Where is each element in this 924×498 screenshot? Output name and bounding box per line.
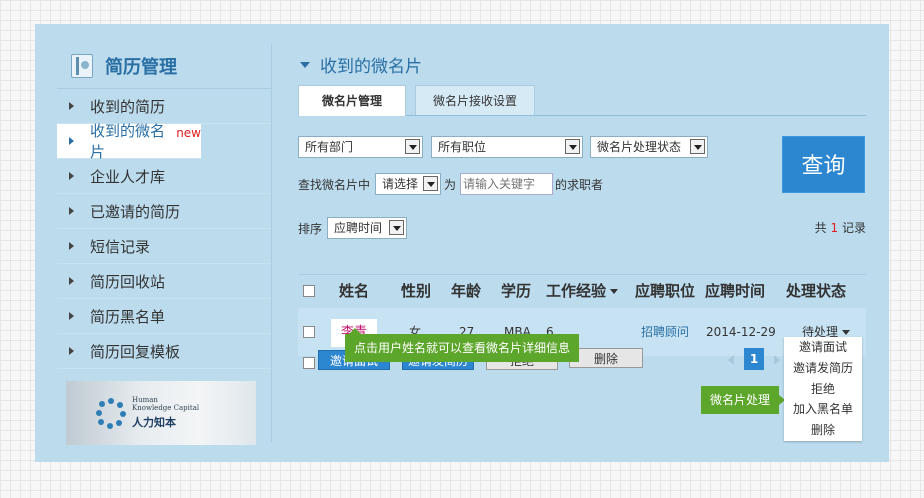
sidebar-item-received-resumes[interactable]: 收到的简历: [57, 89, 271, 124]
status-select[interactable]: 微名片处理状态: [590, 136, 708, 158]
main-content: 收到的微名片 微名片管理 微名片接收设置 所有部门 所有职位 微名片处理状态 查…: [298, 44, 878, 441]
dropdown-arrow-icon: [389, 220, 404, 235]
dropdown-arrow-icon: [405, 139, 420, 154]
arrow-right-icon: [69, 172, 74, 180]
sidebar-item-sms-records[interactable]: 短信记录: [57, 229, 271, 264]
arrow-right-icon: [69, 102, 74, 110]
new-badge: new: [176, 126, 201, 140]
logo-mark-icon: [96, 398, 126, 429]
triangle-down-icon: [300, 61, 310, 68]
sidebar-title: 简历管理: [105, 57, 177, 78]
sidebar-item-blacklist[interactable]: 简历黑名单: [57, 299, 271, 334]
arrow-right-icon: [69, 137, 74, 145]
query-button[interactable]: 查询: [782, 136, 865, 193]
col-gender: 性别: [401, 282, 432, 300]
col-experience[interactable]: 工作经验: [546, 275, 619, 308]
select-all-checkbox[interactable]: [303, 285, 315, 297]
dropdown-arrow-icon: [423, 176, 438, 191]
tab-bar: 微名片管理 微名片接收设置: [298, 85, 866, 116]
sidebar-header: 简历管理: [57, 44, 271, 89]
record-count: 共 1 记录: [814, 221, 866, 235]
tab-microcard-settings[interactable]: 微名片接收设置: [415, 85, 535, 115]
sidebar-item-received-microcards[interactable]: 收到的微名片 new: [57, 122, 201, 161]
search-prefix-label: 查找微名片中: [298, 178, 371, 192]
name-hint-tooltip: 点击用户姓名就可以查看微名片详细信息: [345, 328, 580, 362]
status-menu: 邀请面试 邀请发简历 拒绝 加入黑名单 删除: [784, 337, 862, 441]
prev-page-icon[interactable]: [728, 355, 734, 365]
keyword-input[interactable]: [460, 173, 553, 195]
logo-text: Human Knowledge Capital 人力知本: [132, 396, 200, 429]
position-select[interactable]: 所有职位: [431, 136, 583, 158]
bottom-select-all-checkbox[interactable]: [303, 357, 315, 369]
menu-item-invite-resume[interactable]: 邀请发简历: [784, 358, 862, 379]
col-education: 学历: [501, 282, 532, 300]
sort-label: 排序: [298, 222, 323, 236]
menu-item-blacklist[interactable]: 加入黑名单: [784, 399, 862, 420]
search-middle-label: 为: [444, 178, 457, 192]
search-suffix-label: 的求职者: [555, 178, 604, 192]
menu-item-invite-interview[interactable]: 邀请面试: [784, 337, 862, 358]
page-number-current[interactable]: 1: [744, 348, 764, 370]
menu-item-reject[interactable]: 拒绝: [784, 379, 862, 400]
process-hint-tooltip: 微名片处理: [701, 386, 786, 414]
menu-item-delete[interactable]: 删除: [784, 420, 862, 441]
col-age: 年龄: [451, 282, 482, 300]
delete-button[interactable]: 删除: [569, 348, 643, 368]
cell-position-link[interactable]: 招聘顾问: [641, 308, 689, 356]
col-position: 应聘职位: [635, 282, 696, 300]
table-header: 姓名 性别 年龄 学历 工作经验 应聘职位 应聘时间 处理状态: [298, 274, 866, 309]
arrow-right-icon: [69, 312, 74, 320]
tab-microcard-management[interactable]: 微名片管理: [298, 85, 406, 116]
sort-down-icon: [610, 289, 619, 294]
row-checkbox[interactable]: [303, 326, 315, 338]
arrow-right-icon: [69, 207, 74, 215]
sort-select[interactable]: 应聘时间: [327, 217, 407, 239]
cell-date: 2014-12-29: [706, 325, 776, 339]
arrow-right-icon: [69, 242, 74, 250]
company-logo: Human Knowledge Capital 人力知本: [66, 381, 256, 445]
arrow-right-icon: [69, 277, 74, 285]
col-name: 姓名: [339, 282, 370, 300]
sidebar: 简历管理 收到的简历 收到的微名片 new 企业人才库 已邀请的简历 短信记录 简…: [57, 44, 272, 445]
dropdown-arrow-icon: [690, 139, 705, 154]
next-page-icon[interactable]: [774, 355, 780, 365]
arrow-right-icon: [69, 347, 74, 355]
col-date: 应聘时间: [705, 282, 766, 300]
chevron-down-icon: [842, 330, 851, 335]
sidebar-item-reply-templates[interactable]: 简历回复模板: [57, 334, 271, 369]
resume-management-panel: 简历管理 收到的简历 收到的微名片 new 企业人才库 已邀请的简历 短信记录 简…: [35, 24, 889, 462]
sidebar-item-invited-resumes[interactable]: 已邀请的简历: [57, 194, 271, 229]
dropdown-arrow-icon: [565, 139, 580, 154]
col-status: 处理状态: [786, 282, 847, 300]
search-field-select[interactable]: 请选择: [375, 173, 441, 195]
sidebar-item-recycle-bin[interactable]: 简历回收站: [57, 264, 271, 299]
page-title: 收到的微名片: [298, 52, 878, 77]
sidebar-item-talent-pool[interactable]: 企业人才库: [57, 159, 271, 194]
department-select[interactable]: 所有部门: [298, 136, 423, 158]
resume-book-icon: [71, 54, 93, 78]
